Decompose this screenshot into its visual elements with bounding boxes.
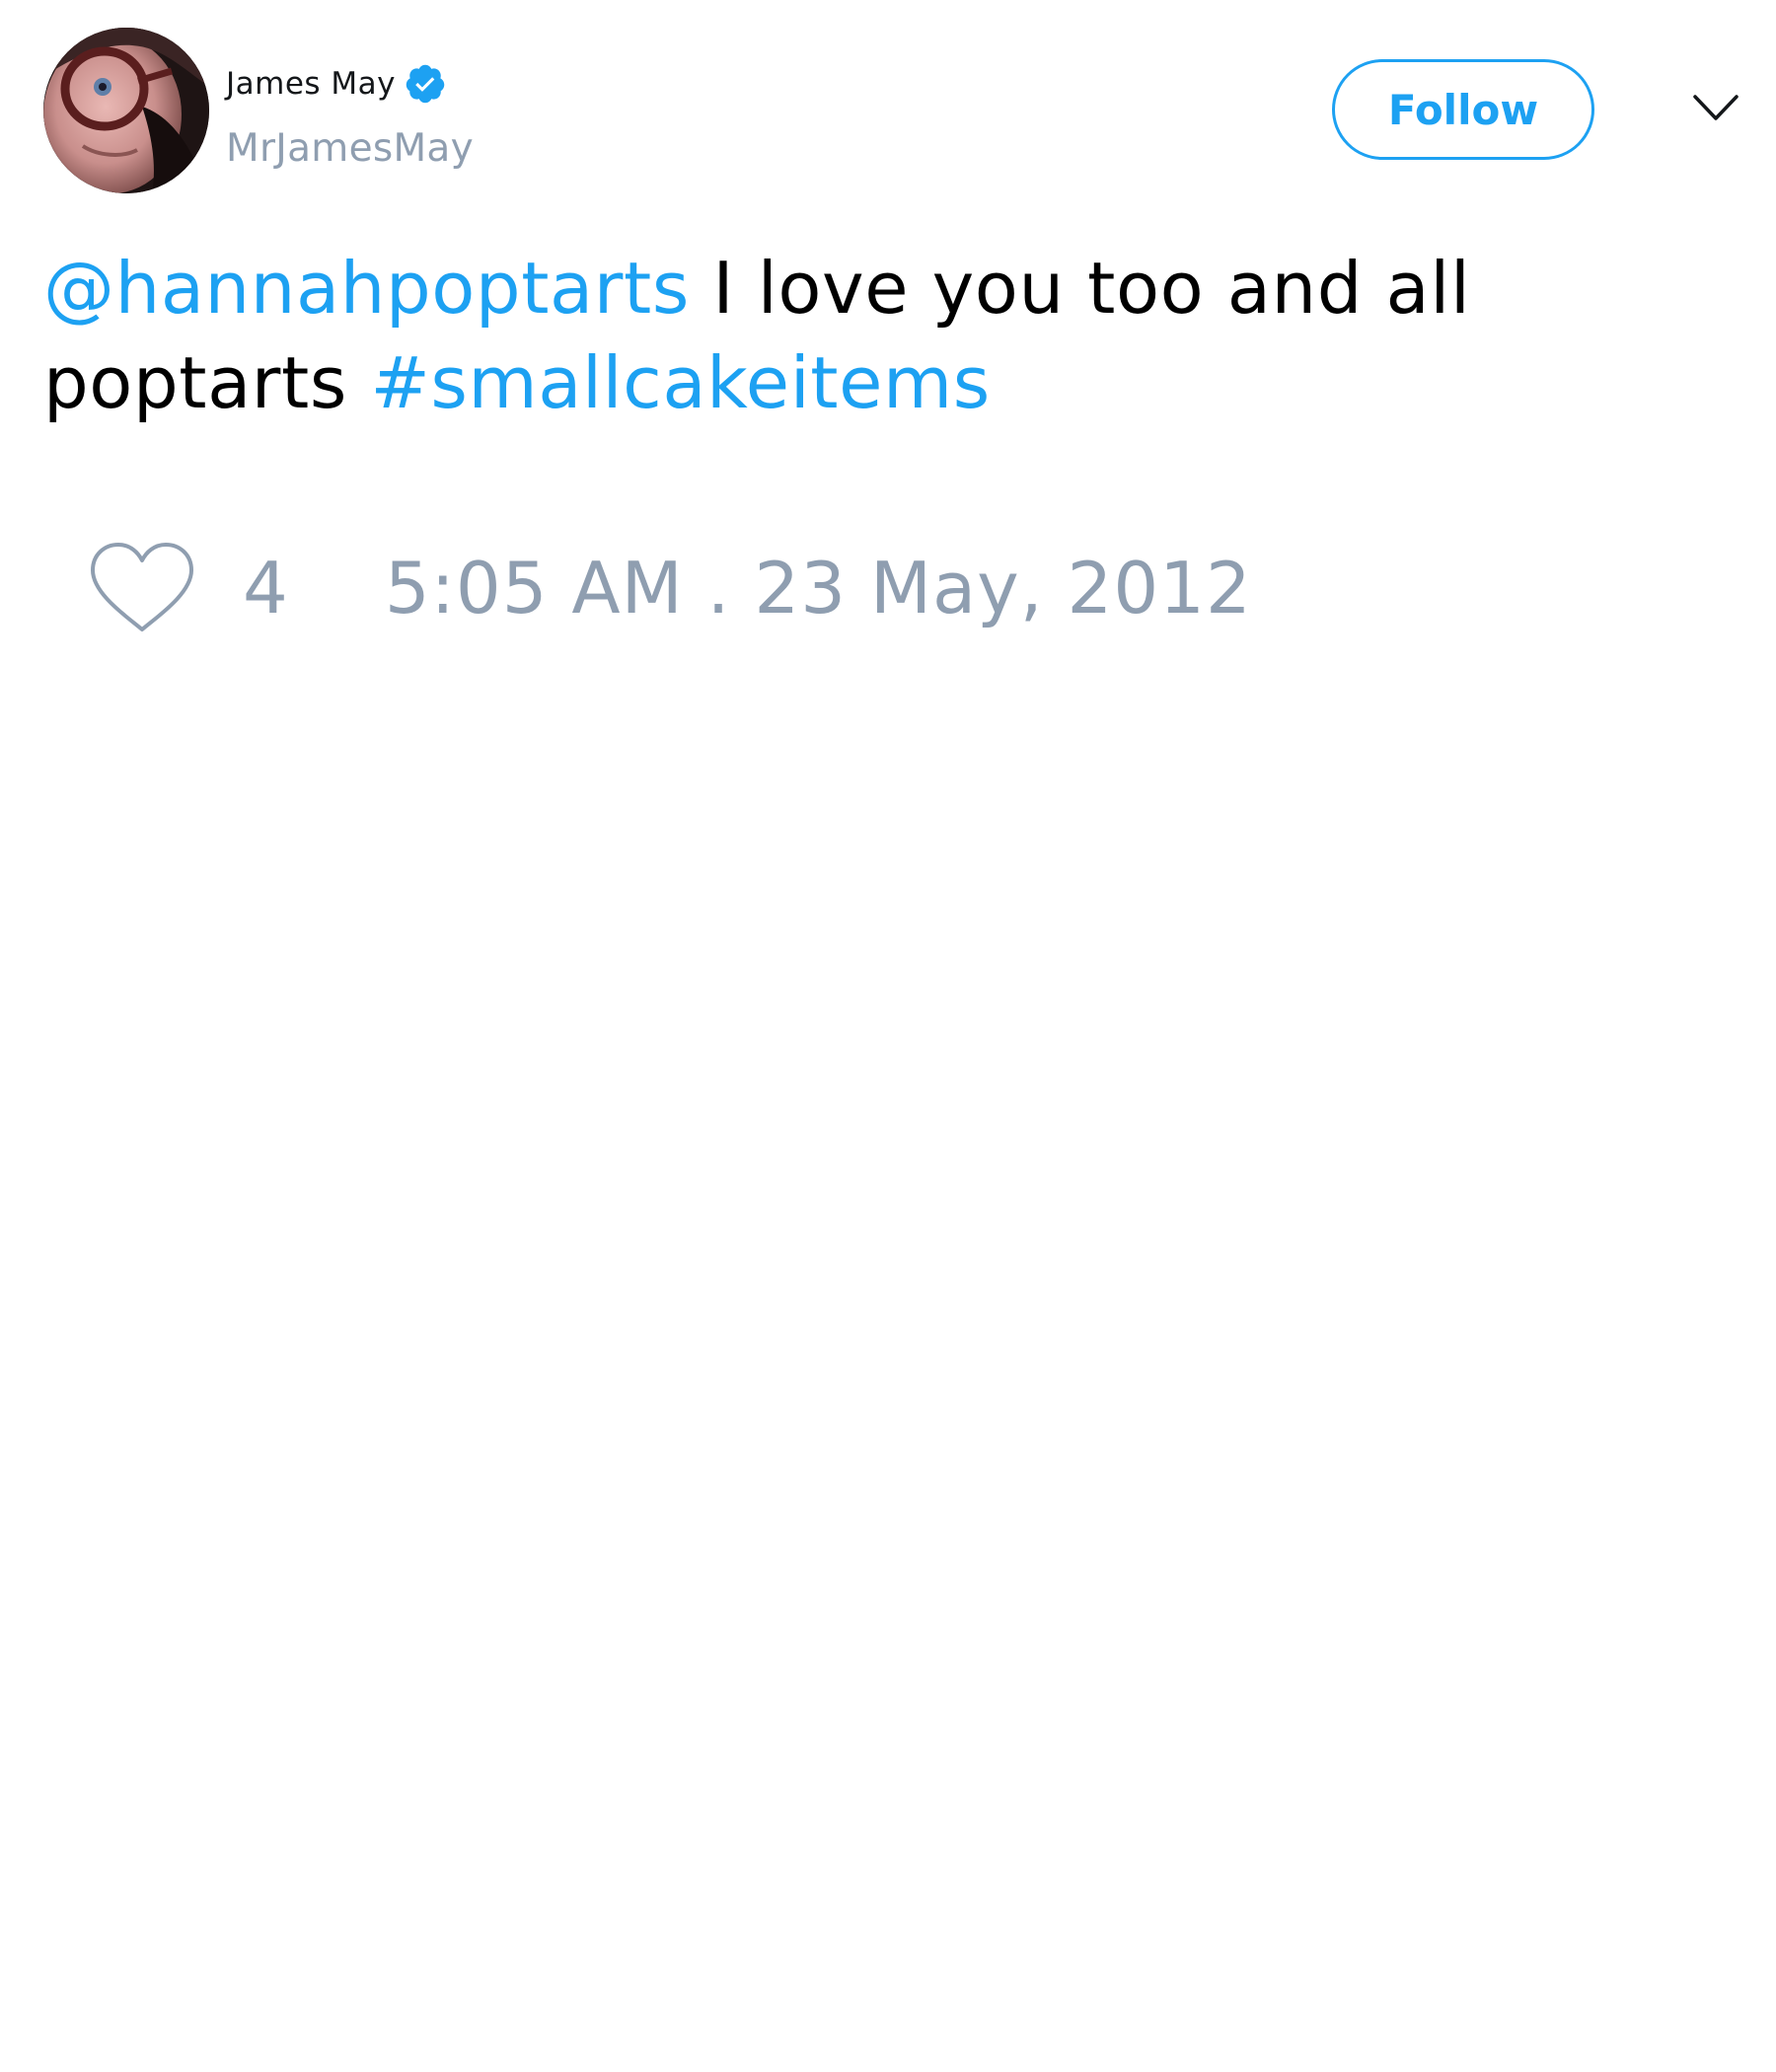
follow-button[interactable]: Follow <box>1332 59 1594 160</box>
timestamp[interactable]: 5:05 AM . 23 May, 2012 <box>385 547 1252 629</box>
chevron-down-icon[interactable] <box>1691 91 1740 124</box>
hashtag-link[interactable]: #smallcakeitems <box>370 341 990 424</box>
tweet-footer: 4 5:05 AM . 23 May, 2012 <box>89 541 1252 635</box>
avatar[interactable] <box>43 28 209 193</box>
like-count: 4 <box>243 547 288 629</box>
verified-badge-icon <box>406 64 445 104</box>
tweet-card: James May MrJamesMay Follow @hannahpopta… <box>0 0 1776 2072</box>
author-name-row: James May <box>226 61 447 107</box>
heart-icon[interactable] <box>89 541 195 635</box>
mention-link[interactable]: @hannahpoptarts <box>43 247 690 330</box>
author-handle[interactable]: MrJamesMay <box>226 126 474 171</box>
tweet-text: @hannahpoptarts I love you too and all p… <box>43 241 1740 430</box>
display-name[interactable]: James May <box>226 66 396 102</box>
avatar-photo <box>43 28 209 193</box>
